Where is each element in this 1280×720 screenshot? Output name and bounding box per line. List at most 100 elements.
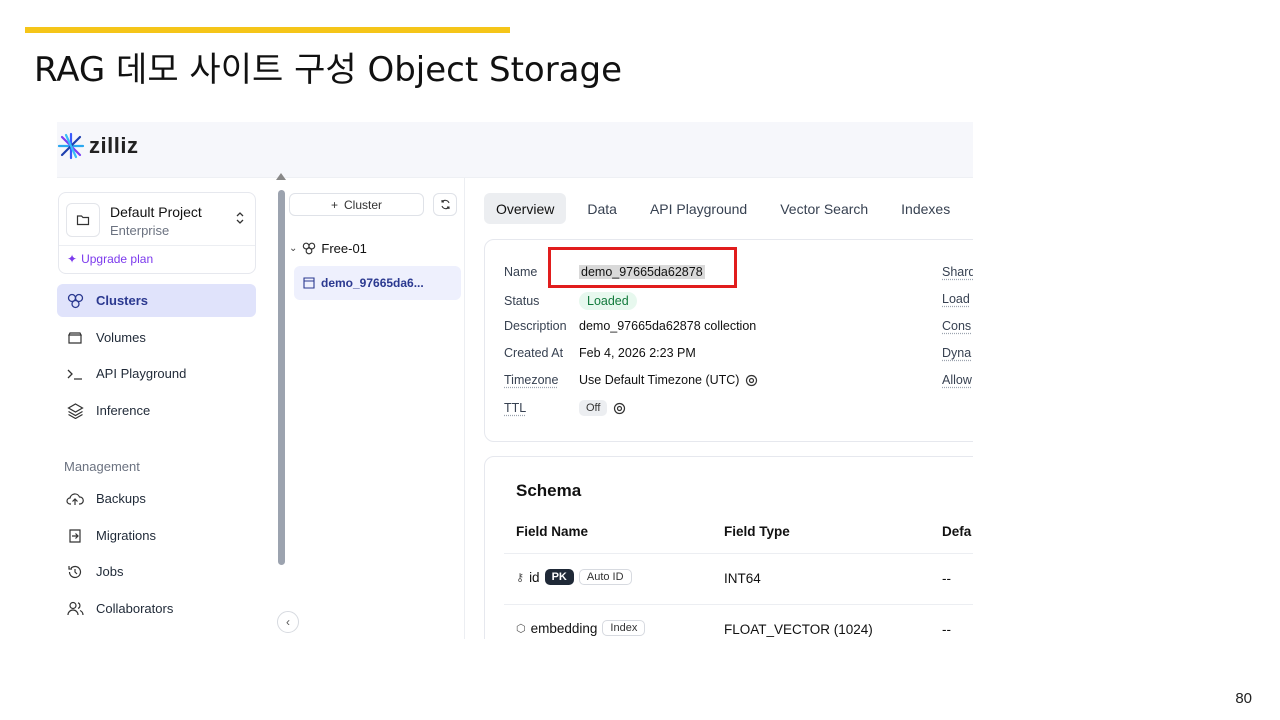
- field-name: embedding: [530, 620, 598, 636]
- sidebar-item-label: Migrations: [96, 528, 156, 543]
- tab-data[interactable]: Data: [575, 193, 629, 224]
- shard-label: Shard: [942, 265, 973, 279]
- overview-row-ttl: TTL Off: [504, 400, 626, 416]
- ttl-value: Off: [579, 400, 608, 416]
- field-type: FLOAT_VECTOR (1024): [724, 622, 873, 637]
- overview-row-timezone: Timezone Use Default Timezone (UTC): [504, 373, 758, 387]
- slide-title: RAG 데모 사이트 구성 Object Storage: [34, 50, 623, 90]
- table-icon: [303, 277, 315, 289]
- tab-indexes[interactable]: Indexes: [889, 193, 962, 224]
- field-type: INT64: [724, 571, 761, 586]
- sidebar-item-label: Clusters: [96, 293, 149, 308]
- sidebar-item-backups[interactable]: Backups: [57, 482, 256, 515]
- pk-badge: PK: [544, 569, 574, 585]
- divider: [59, 245, 255, 246]
- schema-card: Schema Field Name Field Type Defa ⚷ id P…: [484, 456, 973, 639]
- cluster-tree: + Cluster ⌄ Free-01 demo_97665da6...: [287, 178, 465, 639]
- schema-row-id: ⚷ id PK Auto ID: [516, 569, 632, 585]
- chevron-updown-icon[interactable]: [235, 211, 245, 228]
- collection-overview-card: Name demo_97665da62878 Status Loaded Des…: [484, 239, 973, 442]
- auto-id-badge: Auto ID: [578, 569, 632, 585]
- settings-icon[interactable]: [613, 402, 626, 415]
- cluster-name: Free-01: [321, 241, 367, 256]
- sidebar: Default Project Enterprise ✦ Upgrade pla…: [57, 178, 273, 639]
- tab-overview[interactable]: Overview: [484, 193, 567, 224]
- history-icon: [66, 563, 84, 581]
- sidebar-scrollbar[interactable]: [278, 190, 285, 565]
- field-name-header: Field Name: [516, 524, 589, 539]
- chevron-down-icon: ⌄: [289, 243, 298, 254]
- project-name: Default Project: [110, 204, 202, 220]
- key-icon: ⚷: [516, 571, 525, 584]
- main-panel: Overview Data API Playground Vector Sear…: [466, 178, 973, 639]
- clusters-icon: [303, 242, 316, 255]
- sidebar-item-label: Inference: [96, 403, 151, 418]
- upgrade-plan-label: Upgrade plan: [81, 252, 154, 266]
- project-switcher[interactable]: Default Project Enterprise ✦ Upgrade pla…: [58, 192, 256, 274]
- tree-collection-item[interactable]: demo_97665da6...: [294, 266, 461, 300]
- sidebar-item-label: API Playground: [96, 366, 187, 381]
- project-tier: Enterprise: [110, 223, 170, 238]
- sidebar-item-jobs[interactable]: Jobs: [57, 555, 256, 588]
- add-cluster-button[interactable]: + Cluster: [289, 193, 424, 216]
- tab-vector-search[interactable]: Vector Search: [768, 193, 880, 224]
- status-badge: Loaded: [579, 292, 637, 310]
- tab-bar: Overview Data API Playground Vector Sear…: [484, 193, 971, 224]
- default-header: Defa: [942, 524, 972, 539]
- divider: [504, 604, 973, 605]
- field-type-header: Field Type: [724, 524, 790, 539]
- logo-text: zilliz: [89, 133, 139, 158]
- field-default: --: [942, 571, 951, 586]
- allow-label: Allow: [942, 373, 972, 387]
- overview-row-status: Status Loaded: [504, 292, 637, 310]
- clusters-icon: [66, 292, 84, 310]
- add-cluster-label: Cluster: [344, 197, 383, 212]
- ttl-label: TTL: [504, 401, 527, 415]
- sidebar-item-migrations[interactable]: Migrations: [57, 519, 256, 552]
- users-icon: [66, 600, 84, 618]
- cloud-upload-icon: [66, 490, 84, 508]
- volumes-icon: [66, 329, 84, 347]
- timezone-label: Timezone: [504, 373, 559, 387]
- refresh-button[interactable]: [433, 193, 457, 216]
- status-label: Status: [504, 294, 540, 308]
- consistency-label: Cons: [942, 319, 972, 333]
- dynamic-label: Dyna: [942, 346, 972, 360]
- created-at-value: Feb 4, 2026 2:23 PM: [579, 346, 696, 360]
- sparkle-icon: ✦: [67, 252, 78, 266]
- schema-title: Schema: [516, 481, 582, 500]
- divider: [504, 553, 973, 554]
- sidebar-item-collaborators[interactable]: Collaborators: [57, 592, 256, 625]
- overview-row-created-at: Created At Feb 4, 2026 2:23 PM: [504, 346, 696, 360]
- migration-icon: [66, 527, 84, 545]
- settings-icon[interactable]: [745, 374, 758, 387]
- management-section-label: Management: [64, 459, 140, 474]
- tree-cluster-item[interactable]: ⌄ Free-01: [289, 241, 367, 256]
- folder-icon: [66, 203, 100, 237]
- sidebar-item-label: Backups: [96, 491, 146, 506]
- description-value: demo_97665da62878 collection: [579, 319, 757, 333]
- tab-api-playground[interactable]: API Playground: [638, 193, 759, 224]
- app-screenshot: zilliz Default Project Enterprise ✦ Upgr…: [57, 122, 973, 639]
- load-label: Load: [942, 292, 970, 306]
- field-default: --: [942, 622, 951, 637]
- sidebar-item-inference[interactable]: Inference: [57, 394, 256, 427]
- sidebar-item-api-playground[interactable]: API Playground: [57, 357, 256, 390]
- layers-icon: [66, 402, 84, 420]
- zilliz-star-icon: [57, 132, 85, 160]
- sidebar-item-volumes[interactable]: Volumes: [57, 321, 256, 354]
- page-number: 80: [1235, 690, 1252, 707]
- upgrade-plan-link[interactable]: ✦ Upgrade plan: [67, 252, 153, 266]
- sidebar-item-label: Volumes: [96, 330, 146, 345]
- slide-accent-bar: [25, 27, 510, 33]
- scroll-up-arrow-icon[interactable]: [276, 173, 286, 180]
- refresh-icon: [440, 199, 450, 210]
- schema-row-embedding: ⬡ embedding Index: [516, 620, 646, 636]
- description-label: Description: [504, 319, 567, 333]
- terminal-icon: [66, 365, 84, 383]
- sidebar-item-clusters[interactable]: Clusters: [57, 284, 256, 317]
- vector-icon: ⬡: [516, 622, 526, 635]
- app-header: zilliz: [57, 122, 973, 178]
- zilliz-logo[interactable]: zilliz: [57, 132, 138, 160]
- sidebar-item-label: Collaborators: [96, 601, 174, 616]
